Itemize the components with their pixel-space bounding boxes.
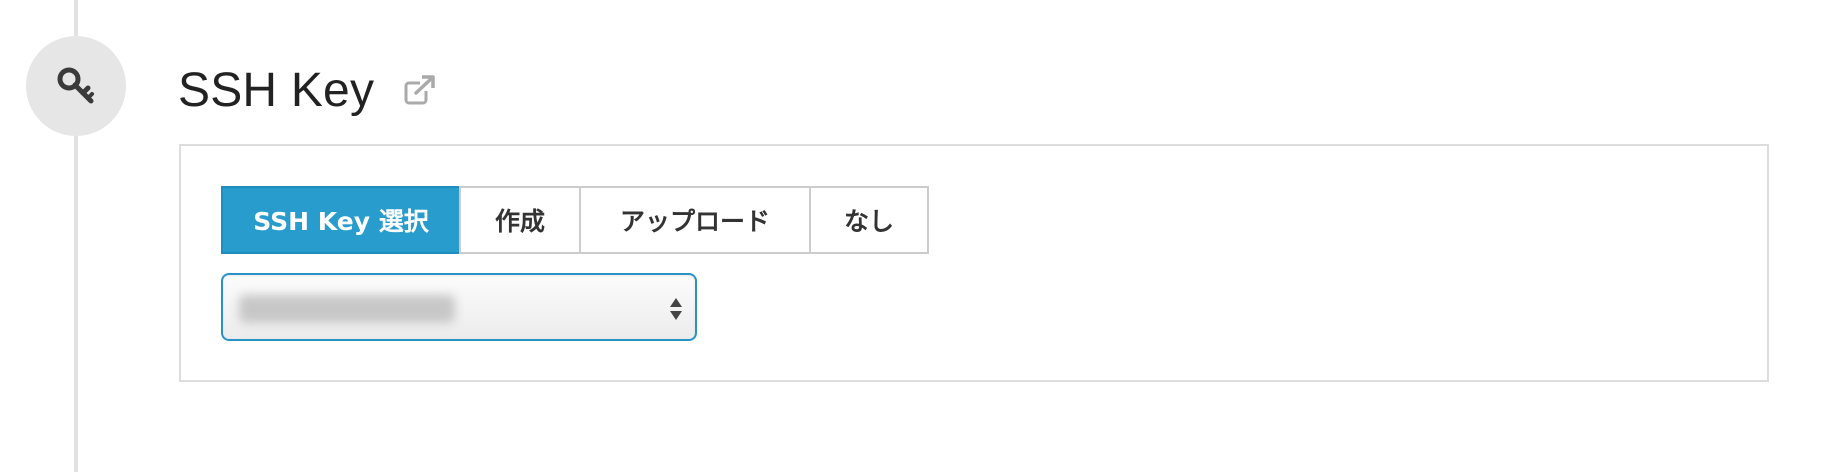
tab-none[interactable]: なし bbox=[809, 186, 929, 254]
ssh-key-step: SSH Key SSH Key 選択 作成 アップロード なし bbox=[0, 0, 1848, 472]
external-link-icon[interactable] bbox=[404, 75, 436, 105]
step-circle bbox=[26, 36, 126, 136]
ssh-key-panel bbox=[179, 144, 1769, 382]
section-header: SSH Key bbox=[178, 60, 436, 120]
ssh-key-mode-tabs: SSH Key 選択 作成 アップロード なし bbox=[221, 186, 929, 254]
key-icon bbox=[57, 67, 94, 104]
ssh-key-select[interactable] bbox=[221, 273, 697, 341]
tab-upload[interactable]: アップロード bbox=[579, 186, 811, 254]
tab-create[interactable]: 作成 bbox=[459, 186, 581, 254]
selected-key-value bbox=[239, 295, 455, 323]
tab-select-ssh-key[interactable]: SSH Key 選択 bbox=[221, 186, 461, 254]
select-arrows-icon bbox=[670, 298, 682, 320]
section-title: SSH Key bbox=[178, 63, 375, 117]
